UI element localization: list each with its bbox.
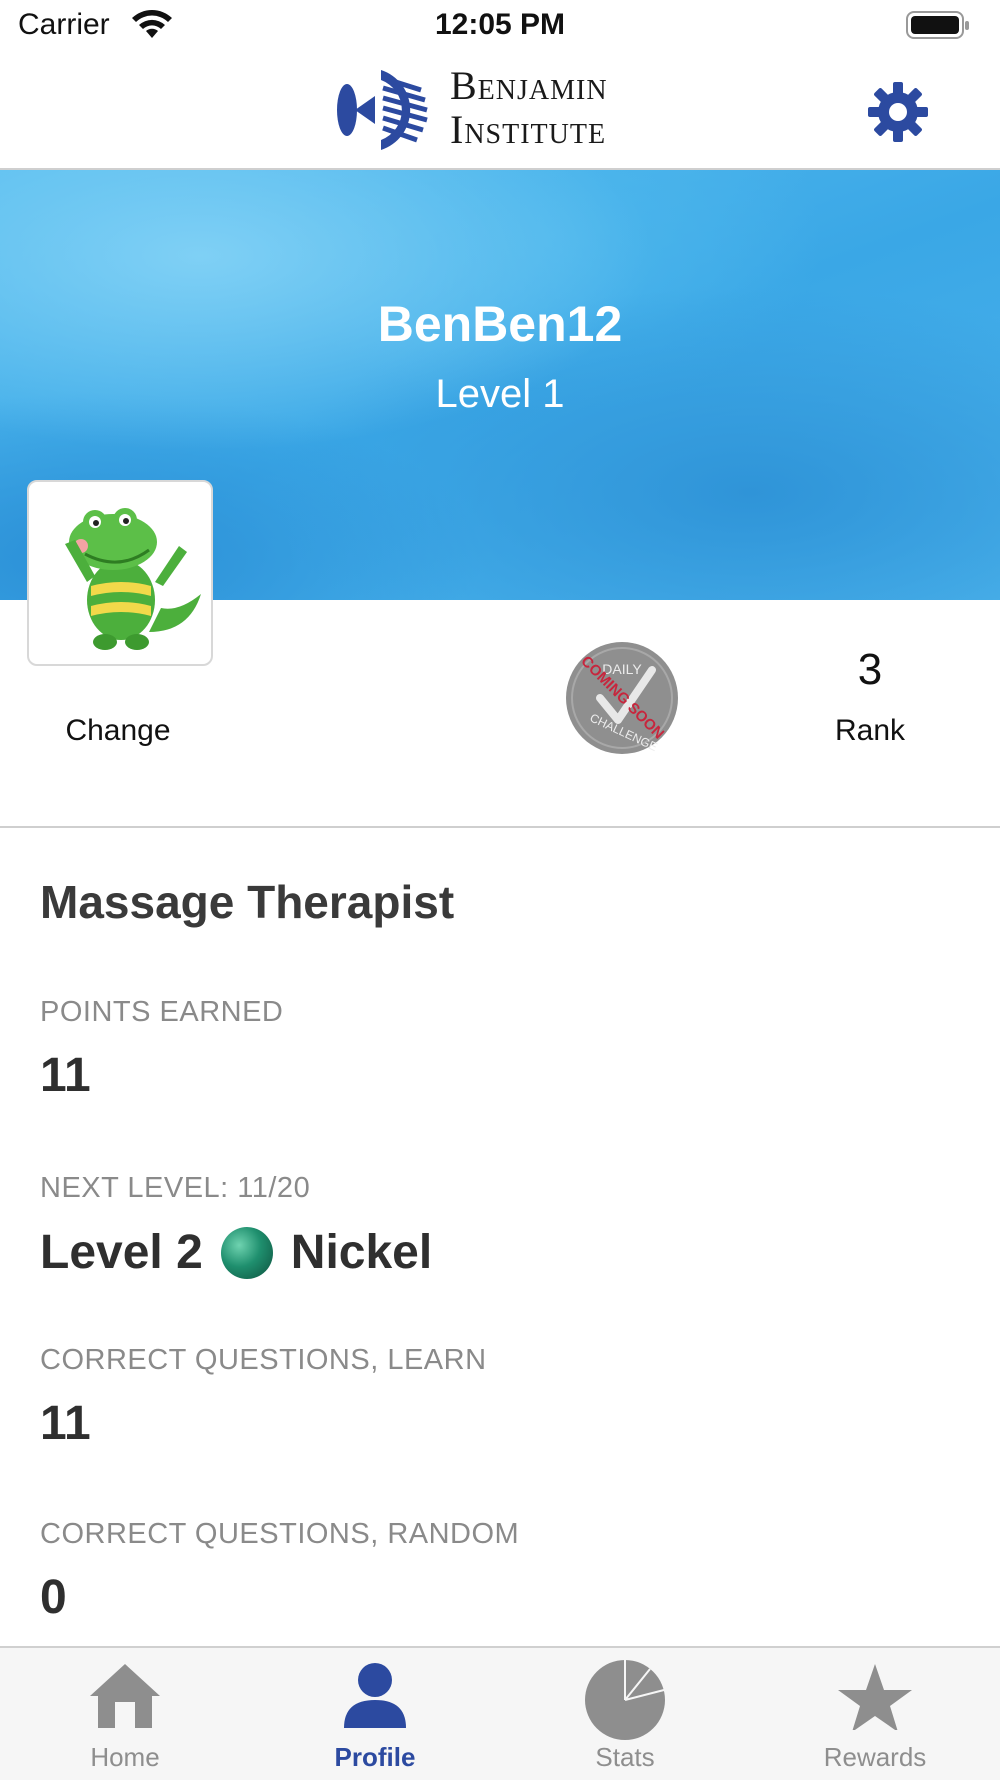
settings-gear-icon[interactable] bbox=[866, 80, 930, 144]
points-earned-value: 11 bbox=[40, 1049, 91, 1102]
tab-profile-label: Profile bbox=[334, 1742, 416, 1772]
correct-learn-value: 11 bbox=[40, 1397, 91, 1450]
next-level-label: NEXT LEVEL: 11/20 bbox=[40, 1172, 311, 1204]
nickel-badge-icon bbox=[220, 1226, 273, 1279]
crocodile-avatar-icon bbox=[65, 508, 201, 650]
tab-home[interactable]: Home bbox=[0, 1648, 250, 1778]
institute-logo-icon bbox=[337, 70, 428, 150]
change-avatar-button[interactable]: Change bbox=[27, 714, 209, 748]
rank-label: Rank bbox=[834, 714, 906, 747]
points-earned-label: POINTS EARNED bbox=[40, 996, 284, 1028]
tab-stats-label: Stats bbox=[595, 1742, 655, 1772]
correct-random-label: CORRECT QUESTIONS, RANDOM bbox=[40, 1518, 520, 1550]
rank-value: 3 bbox=[857, 645, 883, 694]
avatar[interactable] bbox=[27, 480, 213, 666]
user-level: Level 1 bbox=[435, 372, 565, 416]
next-level-name: Nickel bbox=[290, 1226, 433, 1279]
tab-profile[interactable]: Profile bbox=[250, 1648, 500, 1778]
daily-challenge-coming-soon-icon[interactable]: DAILY CHALLENGE COMING SOON bbox=[564, 640, 680, 756]
next-level-prefix: Level 2 bbox=[40, 1226, 203, 1279]
correct-random-value: 0 bbox=[40, 1571, 67, 1624]
next-level-row: Level 2 Nickel bbox=[40, 1225, 432, 1280]
profile-icon bbox=[344, 1663, 406, 1728]
username: BenBen12 bbox=[377, 296, 623, 352]
institute-logo-text: Benjamin Institute bbox=[450, 63, 608, 152]
section-divider bbox=[0, 826, 1000, 828]
tab-rewards-label: Rewards bbox=[823, 1742, 927, 1772]
correct-learn-label: CORRECT QUESTIONS, LEARN bbox=[40, 1344, 487, 1376]
tab-stats[interactable]: Stats bbox=[500, 1648, 750, 1778]
battery-icon bbox=[906, 11, 969, 39]
star-icon bbox=[838, 1664, 912, 1730]
tab-rewards[interactable]: Rewards bbox=[750, 1648, 1000, 1778]
stats-pie-icon bbox=[585, 1660, 665, 1740]
clock: 12:05 PM bbox=[434, 8, 566, 41]
tab-home-label: Home bbox=[90, 1742, 160, 1772]
profession-title: Massage Therapist bbox=[40, 876, 455, 928]
home-icon bbox=[90, 1664, 160, 1728]
